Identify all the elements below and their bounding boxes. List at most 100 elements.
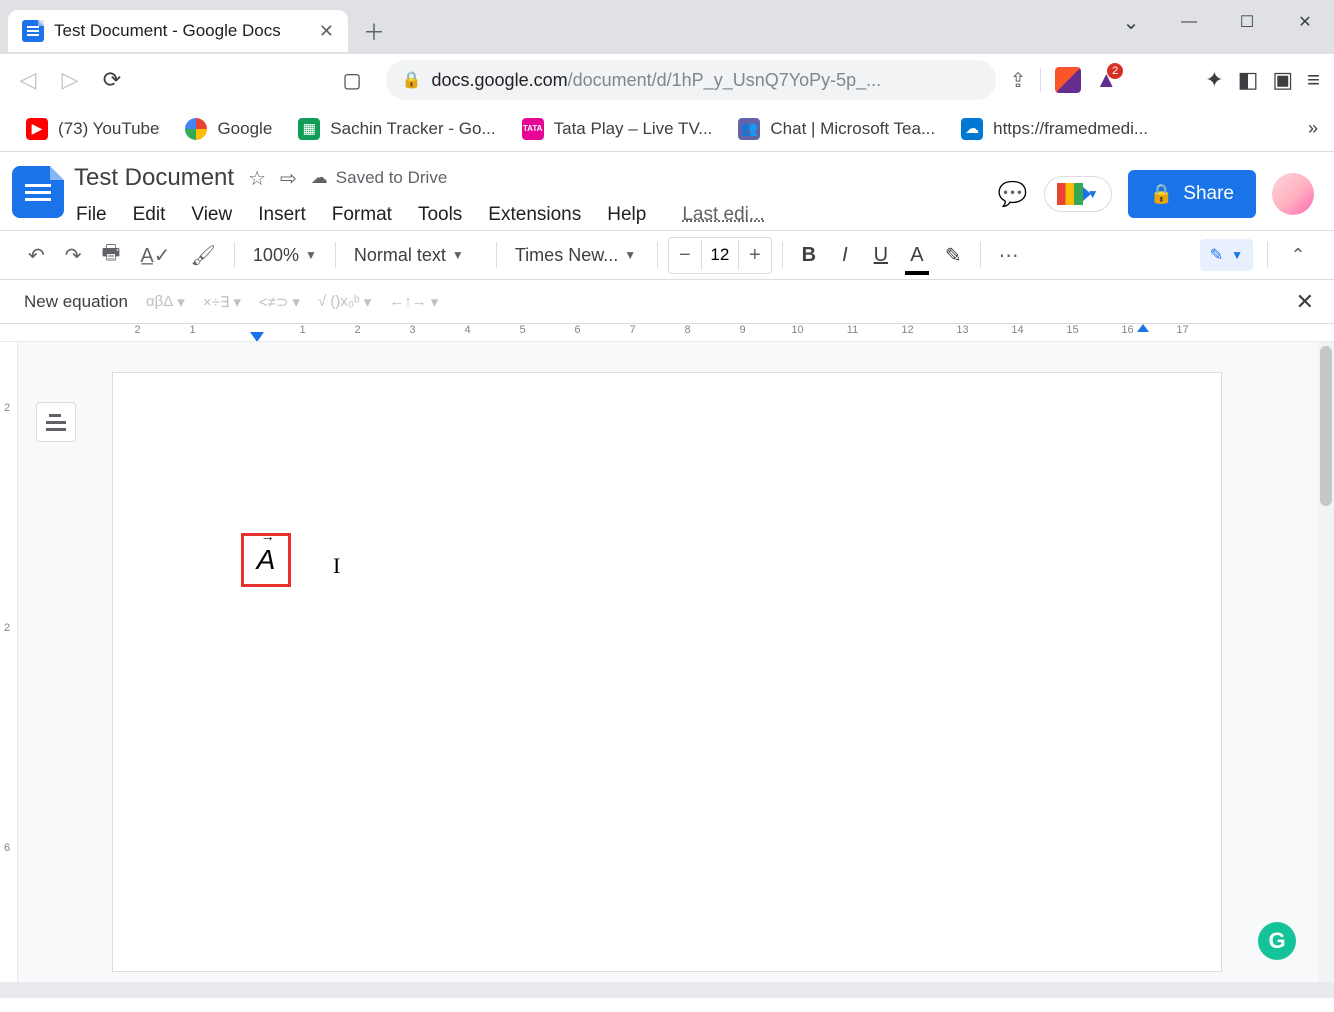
menu-view[interactable]: View <box>189 200 234 230</box>
comment-history-icon[interactable]: 💬 <box>998 180 1028 209</box>
bookmark-label: Tata Play – Live TV... <box>554 119 713 139</box>
decrease-font-button[interactable]: − <box>669 238 701 273</box>
bookmark-teams[interactable]: 👥 Chat | Microsoft Tea... <box>728 112 945 146</box>
url-field[interactable]: 🔒 docs.google.com/document/d/1hP_y_UsnQ7… <box>386 60 996 100</box>
docs-logo-icon[interactable] <box>12 166 64 218</box>
brave-shields-icon[interactable] <box>1055 67 1081 93</box>
browser-tab[interactable]: Test Document - Google Docs ✕ <box>8 10 348 52</box>
caret-down-icon: ▾ <box>177 293 185 311</box>
font-size-input[interactable] <box>701 240 739 270</box>
save-status[interactable]: ☁ Saved to Drive <box>311 168 448 188</box>
brave-rewards-icon[interactable]: ▲2 <box>1095 67 1117 93</box>
bookmark-google[interactable]: Google <box>175 112 282 146</box>
collapse-toolbar-button[interactable]: ⌃ <box>1282 239 1314 272</box>
increase-font-button[interactable]: + <box>739 238 771 273</box>
font-dropdown[interactable]: Times New...▼ <box>507 241 647 270</box>
menu-tools[interactable]: Tools <box>416 200 464 230</box>
editing-mode-button[interactable]: ✎ ▼ <box>1200 239 1253 271</box>
cloud-icon: ☁ <box>311 168 328 188</box>
bookmark-sheets[interactable]: ▦Sachin Tracker - Go... <box>288 112 505 146</box>
extensions-icon[interactable]: ✦ <box>1205 67 1223 93</box>
youtube-icon: ▶ <box>26 118 48 140</box>
undo-button[interactable]: ↶ <box>20 237 53 274</box>
right-margin-marker-icon[interactable] <box>1137 324 1149 332</box>
menu-format[interactable]: Format <box>330 200 394 230</box>
document-title[interactable]: Test Document <box>74 164 234 192</box>
greek-letters-dropdown[interactable]: αβΔ▾ <box>146 293 185 311</box>
account-avatar[interactable] <box>1272 173 1314 215</box>
highlight-button[interactable]: ✎ <box>937 237 970 274</box>
last-edit-link[interactable]: Last edi... <box>680 200 766 230</box>
bold-button[interactable]: B <box>793 238 825 273</box>
menu-file[interactable]: File <box>74 200 109 230</box>
docs-header: Test Document ☆ ⇨ ☁ Saved to Drive File … <box>0 152 1334 230</box>
spellcheck-button[interactable]: A̲✓ <box>132 237 178 274</box>
sidepanel-icon[interactable]: ◧ <box>1238 67 1259 93</box>
underline-button[interactable]: U <box>865 238 897 273</box>
minimize-button[interactable]: — <box>1160 0 1218 44</box>
wallet-icon[interactable]: ▣ <box>1272 67 1293 93</box>
caret-down-icon: ▾ <box>292 293 300 311</box>
math-ops-dropdown[interactable]: √ ()x₀ᵇ▾ <box>318 293 371 311</box>
redo-button[interactable]: ↷ <box>57 237 90 274</box>
back-button[interactable]: ◁ <box>14 66 42 94</box>
bookmark-tata[interactable]: TATATata Play – Live TV... <box>512 112 723 146</box>
bookmark-youtube[interactable]: ▶(73) YouTube <box>16 112 169 146</box>
close-equation-bar-button[interactable]: ✕ <box>1296 289 1314 315</box>
equation-box[interactable]: A <box>241 533 291 587</box>
star-icon[interactable]: ☆ <box>248 166 266 191</box>
paint-format-button[interactable]: 🖌 <box>183 237 224 274</box>
close-window-button[interactable]: ✕ <box>1276 0 1334 44</box>
print-button[interactable]: 🖶 <box>94 232 129 278</box>
vertical-ruler[interactable]: 2 2 6 <box>0 342 18 982</box>
header-actions: 💬 ▼ 🔒 Share <box>998 170 1314 218</box>
browser-menu-icon[interactable]: ≡ <box>1307 67 1320 93</box>
teams-icon: 👥 <box>738 118 760 140</box>
menu-edit[interactable]: Edit <box>131 200 168 230</box>
share-button[interactable]: 🔒 Share <box>1128 170 1256 218</box>
menu-insert[interactable]: Insert <box>256 200 308 230</box>
window-controls: ⌄ — ☐ ✕ <box>1102 0 1334 44</box>
new-equation-button[interactable]: New equation <box>24 292 128 312</box>
relations-dropdown[interactable]: <≠⊃▾ <box>259 293 300 311</box>
bookmarks-overflow-icon[interactable]: » <box>1308 118 1318 139</box>
arrows-dropdown[interactable]: ←↑→▾ <box>389 293 438 311</box>
bookmark-page-icon[interactable]: ▢ <box>343 68 362 93</box>
share-url-icon[interactable]: ⇪ <box>1010 68 1027 93</box>
zoom-dropdown[interactable]: 100%▼ <box>245 241 325 270</box>
text-color-button[interactable]: A <box>901 238 933 273</box>
bookmark-onedrive[interactable]: ☁https://framedmedi... <box>951 112 1158 146</box>
caret-down-icon: ▼ <box>305 248 317 262</box>
grammarly-icon[interactable]: G <box>1258 922 1296 960</box>
document-page[interactable]: A I <box>112 372 1222 972</box>
horizontal-ruler[interactable]: 211234567891011121314151617 <box>0 324 1334 342</box>
meet-button[interactable]: ▼ <box>1044 176 1112 212</box>
maximize-button[interactable]: ☐ <box>1218 0 1276 44</box>
menu-extensions[interactable]: Extensions <box>486 200 583 230</box>
separator <box>1040 68 1041 92</box>
move-icon[interactable]: ⇨ <box>280 166 297 191</box>
menu-help[interactable]: Help <box>605 200 648 230</box>
equation-content: A <box>257 544 276 576</box>
scrollbar-thumb[interactable] <box>1320 346 1332 506</box>
lock-icon: 🔒 <box>402 70 422 90</box>
vertical-scrollbar[interactable] <box>1318 342 1334 982</box>
bookmark-label: Chat | Microsoft Tea... <box>770 119 935 139</box>
operations-dropdown[interactable]: ×÷∃▾ <box>203 293 241 311</box>
forward-button[interactable]: ▷ <box>56 66 84 94</box>
caret-down-icon: ▾ <box>431 293 439 311</box>
separator <box>980 242 981 268</box>
tab-close-icon[interactable]: ✕ <box>319 21 334 42</box>
indent-marker-icon[interactable] <box>250 332 264 342</box>
more-tools-button[interactable]: ⋯ <box>991 237 1027 274</box>
show-outline-button[interactable] <box>36 402 76 442</box>
equation-toolbar: New equation αβΔ▾ ×÷∃▾ <≠⊃▾ √ ()x₀ᵇ▾ ←↑→… <box>0 280 1334 324</box>
new-tab-button[interactable]: ＋ <box>356 13 392 49</box>
reload-button[interactable]: ⟳ <box>98 66 126 94</box>
window-dropdown-icon[interactable]: ⌄ <box>1102 0 1160 44</box>
italic-button[interactable]: I <box>829 238 861 273</box>
caret-down-icon: ▼ <box>452 248 464 262</box>
browser-chrome: Test Document - Google Docs ✕ ＋ ⌄ — ☐ ✕ … <box>0 0 1334 152</box>
bookmarks-bar: ▶(73) YouTube Google ▦Sachin Tracker - G… <box>0 106 1334 152</box>
style-dropdown[interactable]: Normal text▼ <box>346 241 486 270</box>
